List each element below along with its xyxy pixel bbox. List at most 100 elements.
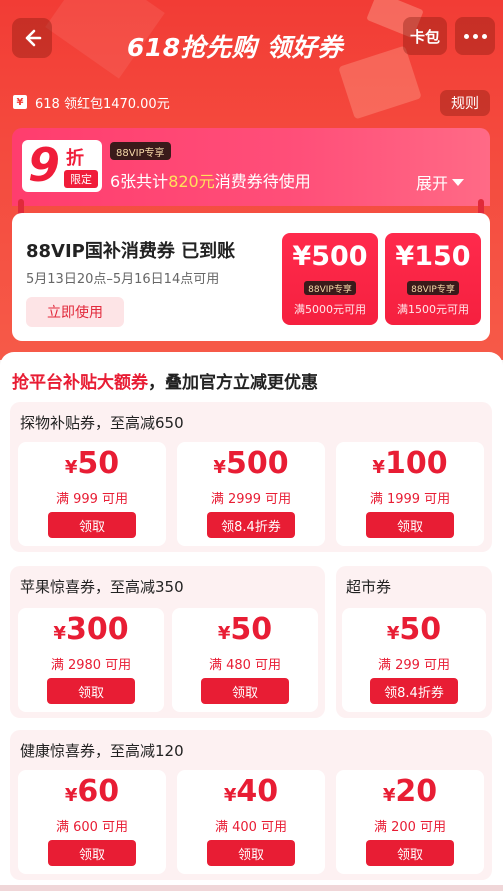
vip-coupon-condition: 满5000元可用: [294, 303, 366, 316]
coupon-item: ¥50 满 299 可用 领8.4折券: [342, 608, 486, 712]
coupon-amount: ¥300: [18, 612, 164, 647]
vip-coupon-tag: 88VIP专享: [304, 281, 356, 295]
coupon-item: ¥100 满 1999 可用 领取: [336, 442, 484, 546]
coupon-condition: 满 999 可用: [55, 492, 129, 507]
back-button[interactable]: [12, 18, 52, 58]
badge-number: 9: [28, 138, 61, 192]
claim-button[interactable]: 领8.4折券: [207, 512, 295, 538]
expand-button[interactable]: 展开: [416, 170, 465, 194]
coupon-condition: 满 600 可用: [55, 820, 129, 835]
decor-coupon: [338, 45, 422, 120]
coupon-item: ¥50 满 999 可用 领取: [18, 442, 166, 546]
coupon-condition: 满 1999 可用: [369, 492, 451, 507]
badge-limit: 限定: [64, 170, 98, 188]
coupon-item: ¥60 满 600 可用 领取: [18, 770, 166, 874]
discount-strip[interactable]: 9 折 限定 88VIP专享 6张共计820元消费券待使用 展开: [12, 128, 490, 206]
coupon-item: ¥50 满 480 可用 领取: [172, 608, 318, 712]
coupon-list: 抢平台补贴大额券，叠加官方立减更优惠 探物补贴券，至高减650 ¥50 满 99…: [0, 352, 503, 891]
coupon-group: 健康惊喜券，至高减120 ¥60 满 600 可用 领取 ¥40 满 400 可…: [10, 730, 492, 880]
section-title: 抢平台补贴大额券，叠加官方立减更优惠: [12, 368, 318, 393]
claim-button[interactable]: 领取: [366, 840, 454, 866]
coupon-amount: ¥60: [18, 774, 166, 809]
claim-button[interactable]: 领取: [366, 512, 454, 538]
hero-banner: 618抢先购 领好券 卡包 ¥ 618 领红包1470.00元 规则 9 折 限…: [0, 0, 503, 360]
more-button[interactable]: [455, 17, 495, 55]
vip-card-title: 88VIP国补消费券 已到账: [26, 241, 236, 262]
section-title-highlight: 抢平台补贴大额券: [12, 373, 148, 393]
coupon-item: ¥500 满 2999 可用 领8.4折券: [177, 442, 325, 546]
coupon-amount: ¥100: [336, 446, 484, 481]
coupon-group: 探物补贴券，至高减650 ¥50 满 999 可用 领取 ¥500 满 2999…: [10, 402, 492, 552]
yen-symbol: ¥: [64, 457, 78, 478]
use-now-button[interactable]: 立即使用: [26, 297, 124, 327]
coupon-item: ¥20 满 200 可用 领取: [336, 770, 484, 874]
vip-coupon-amount: ¥150: [395, 241, 471, 272]
expand-label: 展开: [416, 174, 449, 193]
bottom-divider: [0, 885, 503, 891]
summary-pre: 6张共计: [110, 172, 169, 191]
coupon-condition: 满 2980 可用: [50, 658, 132, 673]
claim-button[interactable]: 领8.4折券: [370, 678, 458, 704]
yen-symbol: ¥: [53, 623, 66, 644]
coupon-item: ¥300 满 2980 可用 领取: [18, 608, 164, 712]
yen-symbol: ¥: [372, 457, 385, 478]
group-title: 健康惊喜券，至高减120: [20, 742, 184, 760]
group-title: 超市券: [346, 578, 392, 596]
more-dot: [472, 33, 478, 39]
vip-coupon-condition: 满1500元可用: [397, 303, 469, 316]
discount-summary: 6张共计820元消费券待使用: [110, 168, 311, 192]
claim-button[interactable]: 领取: [201, 678, 289, 704]
coupon-condition: 满 200 可用: [373, 820, 447, 835]
section-title-rest: ，叠加官方立减更优惠: [148, 373, 318, 393]
yen-symbol: ¥: [386, 623, 400, 644]
yen-symbol: ¥: [223, 785, 237, 806]
more-dot: [481, 33, 487, 39]
vip-coupon[interactable]: ¥150 88VIP专享 满1500元可用: [385, 233, 481, 325]
coupon-condition: 满 299 可用: [377, 658, 451, 673]
vip-coupon[interactable]: ¥500 88VIP专享 满5000元可用: [282, 233, 378, 325]
vip-card-date: 5月13日20点–5月16日14点可用: [26, 272, 220, 287]
group-title: 苹果惊喜券，至高减350: [20, 578, 184, 596]
redpack-text: 618 领红包1470.00元: [35, 96, 170, 112]
vip-coupon-amount: ¥500: [292, 241, 368, 272]
more-dots-icon: [463, 33, 469, 39]
vip-tag: 88VIP专享: [110, 142, 171, 160]
badge-unit: 折: [66, 148, 84, 169]
claim-button[interactable]: 领取: [207, 840, 295, 866]
yen-symbol: ¥: [382, 785, 396, 806]
discount-badge: 9 折 限定: [22, 138, 102, 192]
chevron-down-icon: [452, 178, 465, 186]
yen-symbol: ¥: [213, 457, 226, 478]
coupon-amount: ¥20: [336, 774, 484, 809]
amount-value: 100: [384, 446, 448, 481]
rules-button[interactable]: 规则: [440, 90, 490, 116]
vip-coupon-card: 88VIP国补消费券 已到账 5月13日20点–5月16日14点可用 立即使用 …: [12, 213, 490, 341]
claim-button[interactable]: 领取: [47, 678, 135, 704]
redpack-info: ¥ 618 领红包1470.00元: [13, 92, 170, 112]
amount-value: 300: [65, 612, 129, 647]
coupon-amount: ¥40: [177, 774, 325, 809]
vip-coupon-tag: 88VIP专享: [407, 281, 459, 295]
coupon-condition: 满 400 可用: [214, 820, 288, 835]
coupon-amount: ¥50: [18, 446, 166, 481]
amount-value: 40: [236, 774, 279, 809]
yen-symbol: ¥: [217, 623, 231, 644]
group-title: 探物补贴券，至高减650: [20, 414, 184, 432]
claim-button[interactable]: 领取: [48, 512, 136, 538]
back-arrow-icon: [25, 29, 42, 47]
coupon-condition: 满 480 可用: [208, 658, 282, 673]
page-title: 618抢先购 领好券: [127, 33, 343, 62]
amount-value: 20: [395, 774, 438, 809]
coupon-amount: ¥50: [342, 612, 486, 647]
summary-amount: 820元: [168, 172, 215, 191]
coupon-amount: ¥500: [177, 446, 325, 481]
amount-value: 50: [77, 446, 120, 481]
amount-value: 50: [399, 612, 442, 647]
coupon-condition: 满 2999 可用: [210, 492, 292, 507]
claim-button[interactable]: 领取: [48, 840, 136, 866]
yen-symbol: ¥: [64, 785, 78, 806]
coupon-group: 苹果惊喜券，至高减350 ¥300 满 2980 可用 领取 ¥50 满 480…: [10, 566, 325, 718]
coupon-amount: ¥50: [172, 612, 318, 647]
amount-value: 60: [77, 774, 120, 809]
card-wallet-button[interactable]: 卡包: [403, 17, 447, 55]
